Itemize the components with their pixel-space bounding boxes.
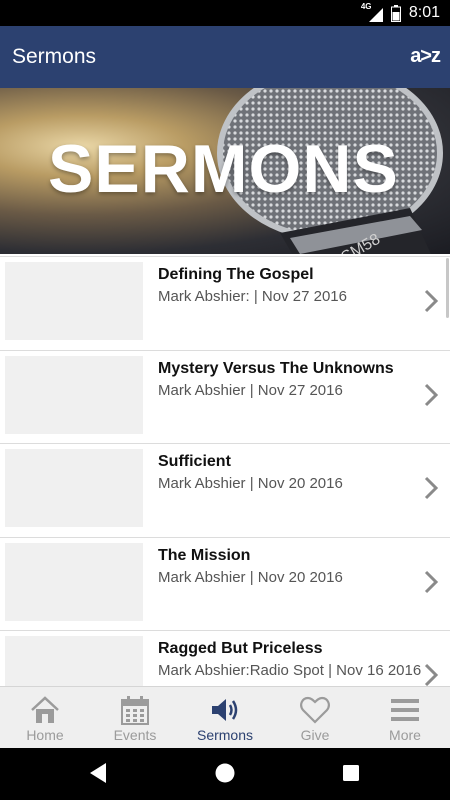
- tab-label: Give: [300, 727, 330, 743]
- clock: 8:01: [408, 4, 440, 21]
- sermon-subtitle: Mark Abshier | Nov 20 2016: [158, 568, 343, 586]
- sermon-title: Sufficient: [158, 453, 231, 470]
- battery-icon: [390, 4, 401, 22]
- sermon-thumbnail: [5, 355, 143, 434]
- tab-label: Home: [26, 727, 64, 743]
- status-bar: 4G 8:01: [0, 0, 450, 26]
- sermon-subtitle: Mark Abshier: | Nov 27 2016: [158, 288, 347, 305]
- menu-icon: [391, 699, 419, 721]
- chevron-right-icon: [424, 476, 439, 500]
- sermon-title: Mystery Versus The Unknowns: [158, 359, 394, 377]
- sermon-item[interactable]: Sufficient Mark Abshier | Nov 20 2016: [0, 444, 450, 538]
- chevron-right-icon: [424, 383, 439, 406]
- list-scrollbar[interactable]: [446, 258, 449, 318]
- cellular-signal-icon: 4G: [361, 2, 383, 22]
- calendar-icon: [121, 696, 149, 725]
- sermon-list: Defining The Gospel Mark Abshier: | Nov …: [0, 256, 450, 686]
- sermon-subtitle: Mark Abshier:Radio Spot | Nov 16 2016: [158, 662, 422, 679]
- tab-give[interactable]: Give: [270, 687, 360, 748]
- sermon-thumbnail: [5, 262, 143, 340]
- home-icon: [31, 696, 59, 723]
- bottom-tab-bar: Home Events Sermons Give More: [0, 686, 450, 748]
- sort-az-button[interactable]: a>z: [410, 45, 441, 68]
- sermon-subtitle: Mark Abshier | Nov 27 2016: [158, 381, 343, 399]
- sermon-item[interactable]: Ragged But Priceless Mark Abshier:Radio …: [0, 631, 450, 686]
- banner-heading: SERMONS: [48, 131, 399, 207]
- tab-label: Sermons: [196, 727, 254, 743]
- page-title: Sermons: [12, 45, 97, 68]
- app-bar: Sermons a>z: [0, 26, 450, 88]
- chevron-right-icon: [424, 663, 439, 686]
- speaker-icon: [212, 699, 238, 721]
- heart-icon: [300, 696, 330, 724]
- tab-events[interactable]: Events: [90, 687, 180, 748]
- recents-icon[interactable]: [342, 764, 360, 782]
- sermon-item[interactable]: Defining The Gospel Mark Abshier: | Nov …: [0, 257, 450, 351]
- sermon-title: Defining The Gospel: [158, 266, 314, 283]
- sermon-title: Ragged But Priceless: [158, 640, 323, 657]
- hero-banner: SM58 SERMONS: [0, 88, 450, 254]
- tab-sermons[interactable]: Sermons: [180, 687, 270, 748]
- sermon-item[interactable]: Mystery Versus The Unknowns Mark Abshier…: [0, 350, 450, 444]
- sermon-thumbnail: [5, 636, 143, 686]
- back-icon[interactable]: [88, 762, 108, 784]
- chevron-right-icon: [424, 570, 439, 593]
- sermon-title: The Mission: [158, 546, 251, 564]
- tab-label: Events: [113, 727, 157, 743]
- sermon-thumbnail: [5, 542, 143, 621]
- home-circle-icon[interactable]: [214, 762, 236, 784]
- sermon-thumbnail: [5, 449, 143, 527]
- sermon-item[interactable]: The Mission Mark Abshier | Nov 20 2016: [0, 537, 450, 631]
- system-nav-bar: [0, 748, 450, 800]
- tab-home[interactable]: Home: [0, 687, 90, 748]
- sermon-subtitle: Mark Abshier | Nov 20 2016: [158, 475, 343, 492]
- chevron-right-icon: [424, 289, 439, 313]
- tab-label: More: [389, 727, 421, 743]
- tab-more[interactable]: More: [360, 687, 450, 748]
